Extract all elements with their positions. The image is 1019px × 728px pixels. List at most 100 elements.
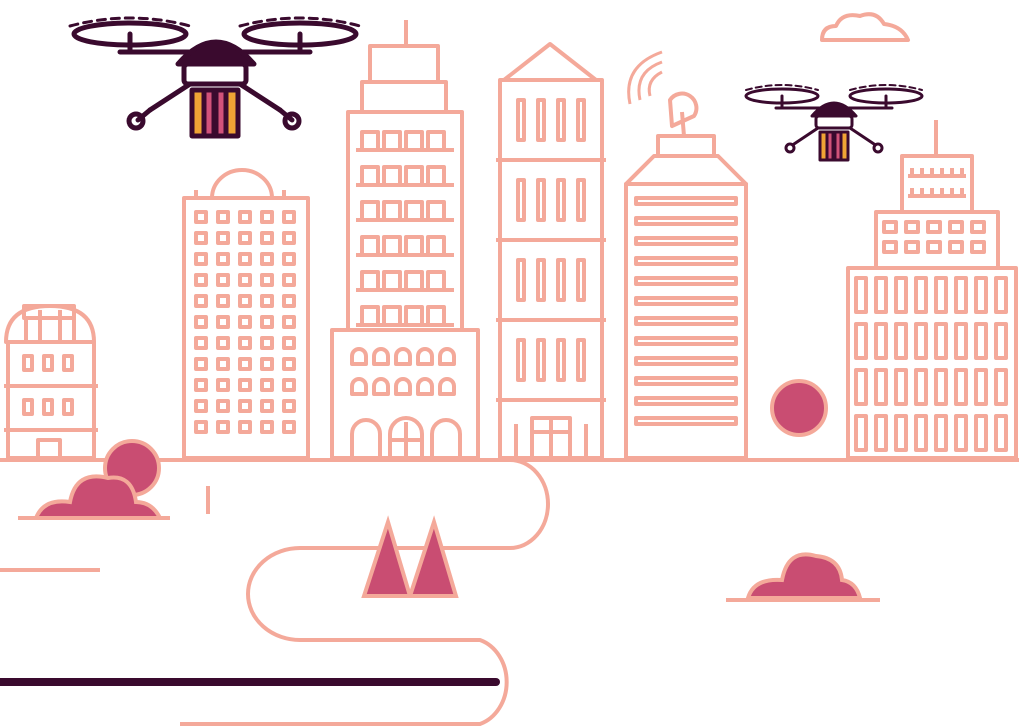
window xyxy=(260,252,274,266)
window xyxy=(382,200,402,222)
window xyxy=(404,200,424,222)
window xyxy=(216,231,230,245)
window xyxy=(970,240,986,254)
window xyxy=(238,294,252,308)
window xyxy=(238,399,252,413)
window xyxy=(934,276,948,314)
window xyxy=(904,240,920,254)
arched-window xyxy=(350,347,368,366)
window xyxy=(516,338,526,382)
window xyxy=(360,200,380,222)
arched-window xyxy=(438,347,456,366)
window xyxy=(556,178,566,222)
window-bar xyxy=(634,236,738,246)
window xyxy=(238,336,252,350)
window xyxy=(974,368,988,406)
window xyxy=(238,252,252,266)
window xyxy=(216,399,230,413)
window xyxy=(934,414,948,452)
window xyxy=(238,273,252,287)
window xyxy=(948,240,964,254)
window xyxy=(954,368,968,406)
tree-icon xyxy=(361,515,413,598)
window xyxy=(260,210,274,224)
window xyxy=(576,178,586,222)
window xyxy=(194,273,208,287)
spire-building xyxy=(496,42,606,460)
window xyxy=(516,98,526,142)
window xyxy=(282,252,296,266)
window xyxy=(360,165,380,187)
window xyxy=(194,315,208,329)
window xyxy=(282,231,296,245)
window xyxy=(970,220,986,234)
window xyxy=(260,273,274,287)
window xyxy=(516,258,526,302)
arched-window xyxy=(416,377,434,396)
office-block xyxy=(846,120,1018,460)
window xyxy=(556,258,566,302)
window xyxy=(994,414,1008,452)
window xyxy=(404,235,424,257)
arched-window xyxy=(394,347,412,366)
window xyxy=(948,220,964,234)
window xyxy=(536,338,546,382)
arched-window xyxy=(438,377,456,396)
arched-window xyxy=(372,377,390,396)
window xyxy=(260,294,274,308)
window xyxy=(914,368,928,406)
arched-window xyxy=(416,347,434,366)
antenna-tower xyxy=(624,50,748,460)
window xyxy=(282,210,296,224)
window xyxy=(426,200,446,222)
cloud-icon xyxy=(820,12,910,42)
arched-window xyxy=(372,347,390,366)
window xyxy=(994,368,1008,406)
window xyxy=(260,231,274,245)
window-bar xyxy=(634,356,738,366)
window xyxy=(894,368,908,406)
window-bar xyxy=(634,376,738,386)
window xyxy=(426,165,446,187)
domed-house xyxy=(4,304,98,460)
window xyxy=(914,276,928,314)
window xyxy=(934,322,948,360)
window-bar xyxy=(634,416,738,426)
window-bar xyxy=(634,256,738,266)
window xyxy=(260,357,274,371)
window xyxy=(926,240,942,254)
window xyxy=(194,378,208,392)
window xyxy=(954,414,968,452)
window xyxy=(382,305,402,327)
arched-window xyxy=(350,377,368,396)
window xyxy=(260,420,274,434)
drone-small xyxy=(744,84,924,162)
window xyxy=(282,399,296,413)
window xyxy=(360,235,380,257)
window xyxy=(914,322,928,360)
window xyxy=(194,210,208,224)
window xyxy=(556,338,566,382)
window xyxy=(556,98,566,142)
window xyxy=(874,368,888,406)
window xyxy=(360,130,380,152)
window xyxy=(516,178,526,222)
window xyxy=(404,305,424,327)
window-bar xyxy=(634,296,738,306)
package-icon xyxy=(189,87,241,139)
window xyxy=(282,420,296,434)
window xyxy=(894,414,908,452)
window xyxy=(994,322,1008,360)
window xyxy=(216,252,230,266)
window xyxy=(576,338,586,382)
window xyxy=(282,273,296,287)
window xyxy=(954,322,968,360)
window xyxy=(426,235,446,257)
window-bar xyxy=(634,196,738,206)
window xyxy=(404,270,424,292)
drone-large xyxy=(68,16,362,139)
window xyxy=(854,414,868,452)
window xyxy=(404,165,424,187)
window xyxy=(238,378,252,392)
window xyxy=(238,357,252,371)
